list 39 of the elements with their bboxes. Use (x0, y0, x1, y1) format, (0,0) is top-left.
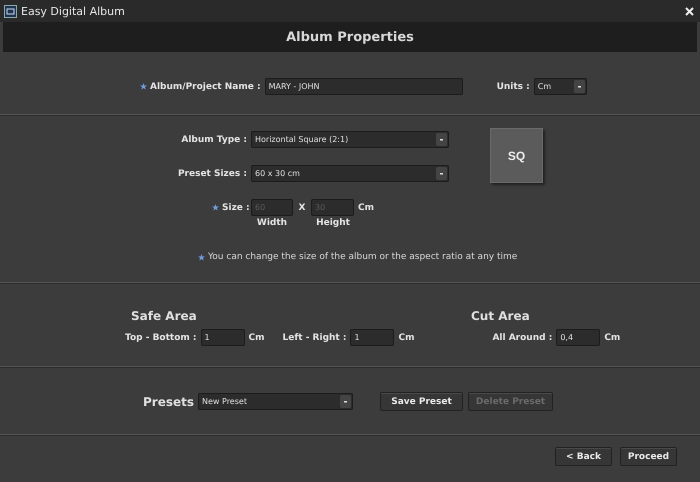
app-icon (4, 4, 17, 18)
page-title: Album Properties (286, 30, 414, 44)
field-caption: Height (315, 218, 351, 228)
preset-sizes-dropdown[interactable]: 60 x 30 cm (251, 165, 449, 182)
aspect-preview-button[interactable]: SQ (490, 128, 543, 183)
dropdown-caret-icon (340, 395, 352, 408)
cut-field[interactable]: 0,4 (556, 329, 600, 346)
field-label: Album/Project Name : (150, 82, 262, 92)
dropdown-caret-icon (574, 80, 585, 93)
presets-label: Presets (143, 394, 196, 408)
section-heading: Safe Area (131, 309, 198, 323)
dropdown-caret-icon (436, 133, 447, 146)
size-note: You can change the size of the album or the aspect ratio at any time (208, 252, 518, 262)
field-label: Size : (222, 202, 251, 212)
dropdown-caret-icon (436, 167, 447, 180)
nav-button[interactable]: < Back (555, 447, 612, 466)
field-label: Units : (496, 82, 531, 92)
units-dropdown[interactable]: Cm (534, 78, 587, 95)
nav-button[interactable]: Proceed (620, 447, 677, 466)
field-label: Left - Right : (282, 332, 348, 342)
field-label: Album Type : (180, 134, 248, 144)
margin-field[interactable]: 1 (350, 329, 394, 346)
project-name-field[interactable]: MARY - JOHN (264, 78, 463, 95)
unit-label: Cm (397, 332, 414, 342)
unit-label: Cm (248, 332, 264, 342)
field-label: All Around : (492, 332, 554, 342)
close-icon[interactable] (685, 6, 694, 16)
separator-label: X (298, 202, 306, 212)
section-heading: Cut Area (471, 309, 531, 323)
window-title: Easy Digital Album (21, 4, 126, 18)
field-label: Preset Sizes : (176, 168, 248, 178)
unit-label: Cm (357, 202, 374, 212)
preset-button[interactable]: Save Preset (380, 392, 464, 411)
unit-label: Cm (603, 332, 620, 342)
field-caption: Width (256, 218, 288, 228)
presets-dropdown[interactable]: New Preset (198, 393, 354, 410)
field-label: Top - Bottom : (125, 332, 198, 342)
margin-field[interactable]: 1 (200, 329, 245, 346)
album-type-dropdown[interactable]: Horizontal Square (2:1) (251, 131, 449, 148)
